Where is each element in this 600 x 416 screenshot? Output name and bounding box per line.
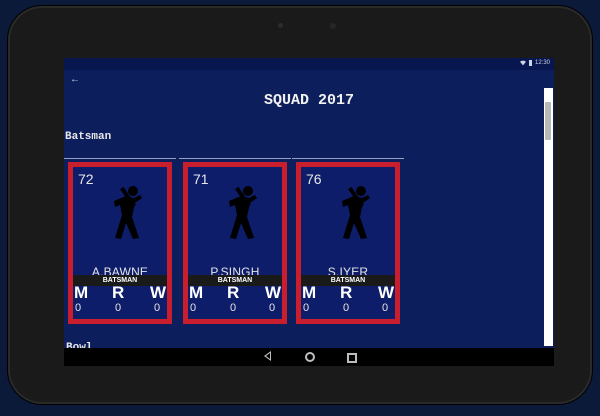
- stat-label-wickets: W: [378, 283, 395, 302]
- stat-label-wickets: W: [150, 283, 167, 302]
- stat-value-matches: 0: [75, 302, 82, 314]
- tablet-frame: 12:30 ← SQUAD 2017 Batsman 72 A.BAWNE BA…: [8, 6, 592, 404]
- stat-label-wickets: W: [265, 283, 282, 302]
- stat-value-runs: 0: [115, 302, 122, 314]
- stat-label-matches: M: [302, 283, 317, 302]
- stats-values: 0 0 0: [188, 302, 282, 316]
- stats-header: M R W: [301, 283, 395, 303]
- card-border: 71 P.SINGH BATSMAN M R W 0 0 0: [183, 162, 287, 324]
- app-screen: 12:30 ← SQUAD 2017 Batsman 72 A.BAWNE BA…: [64, 58, 554, 366]
- stat-value-matches: 0: [303, 302, 310, 314]
- arrow-left-icon[interactable]: ←: [70, 74, 80, 85]
- front-camera: [330, 23, 336, 29]
- stat-label-runs: R: [340, 283, 353, 302]
- stat-value-matches: 0: [190, 302, 197, 314]
- nav-home-icon[interactable]: [305, 352, 315, 362]
- batsman-icon: [342, 186, 370, 239]
- stat-label-matches: M: [189, 283, 204, 302]
- player-card[interactable]: 72 A.BAWNE BATSMAN M R W 0 0 0: [64, 158, 176, 327]
- stats-header: M R W: [188, 283, 282, 303]
- player-rating: 71: [193, 171, 209, 187]
- nav-back-icon-inner: [266, 353, 270, 359]
- stat-label-runs: R: [227, 283, 240, 302]
- player-rating: 72: [78, 171, 94, 187]
- stat-label-matches: M: [74, 283, 89, 302]
- nav-recents-icon[interactable]: [347, 353, 357, 363]
- player-rating: 76: [306, 171, 322, 187]
- stat-value-runs: 0: [230, 302, 237, 314]
- status-time: 12:30: [534, 60, 550, 66]
- stat-value-wickets: 0: [382, 302, 389, 314]
- status-bar: 12:30: [64, 58, 554, 70]
- wifi-icon: [519, 60, 526, 66]
- card-border: 76 S.IYER BATSMAN M R W 0 0 0: [296, 162, 400, 324]
- front-sensor: [278, 23, 283, 28]
- section-label-batsman: Batsman: [65, 131, 112, 143]
- stat-value-wickets: 0: [269, 302, 276, 314]
- player-card-list: 72 A.BAWNE BATSMAN M R W 0 0 0 71 P.SING…: [64, 158, 406, 327]
- stat-value-runs: 0: [343, 302, 350, 314]
- batsman-icon: [229, 186, 257, 239]
- player-card[interactable]: 76 S.IYER BATSMAN M R W 0 0 0: [292, 158, 404, 327]
- page-title: SQUAD 2017: [263, 92, 354, 109]
- card-border: 72 A.BAWNE BATSMAN M R W 0 0 0: [68, 162, 172, 324]
- player-card[interactable]: 71 P.SINGH BATSMAN M R W 0 0 0: [179, 158, 291, 327]
- battery-icon: [528, 60, 532, 66]
- scrollbar-thumb[interactable]: [545, 102, 551, 140]
- stats-header: M R W: [73, 283, 167, 303]
- vertical-scrollbar[interactable]: [544, 88, 553, 346]
- batsman-icon: [114, 186, 142, 239]
- stat-value-wickets: 0: [154, 302, 161, 314]
- stats-values: 0 0 0: [301, 302, 395, 316]
- stats-values: 0 0 0: [73, 302, 167, 316]
- system-navigation-bar: [64, 348, 554, 366]
- stat-label-runs: R: [112, 283, 125, 302]
